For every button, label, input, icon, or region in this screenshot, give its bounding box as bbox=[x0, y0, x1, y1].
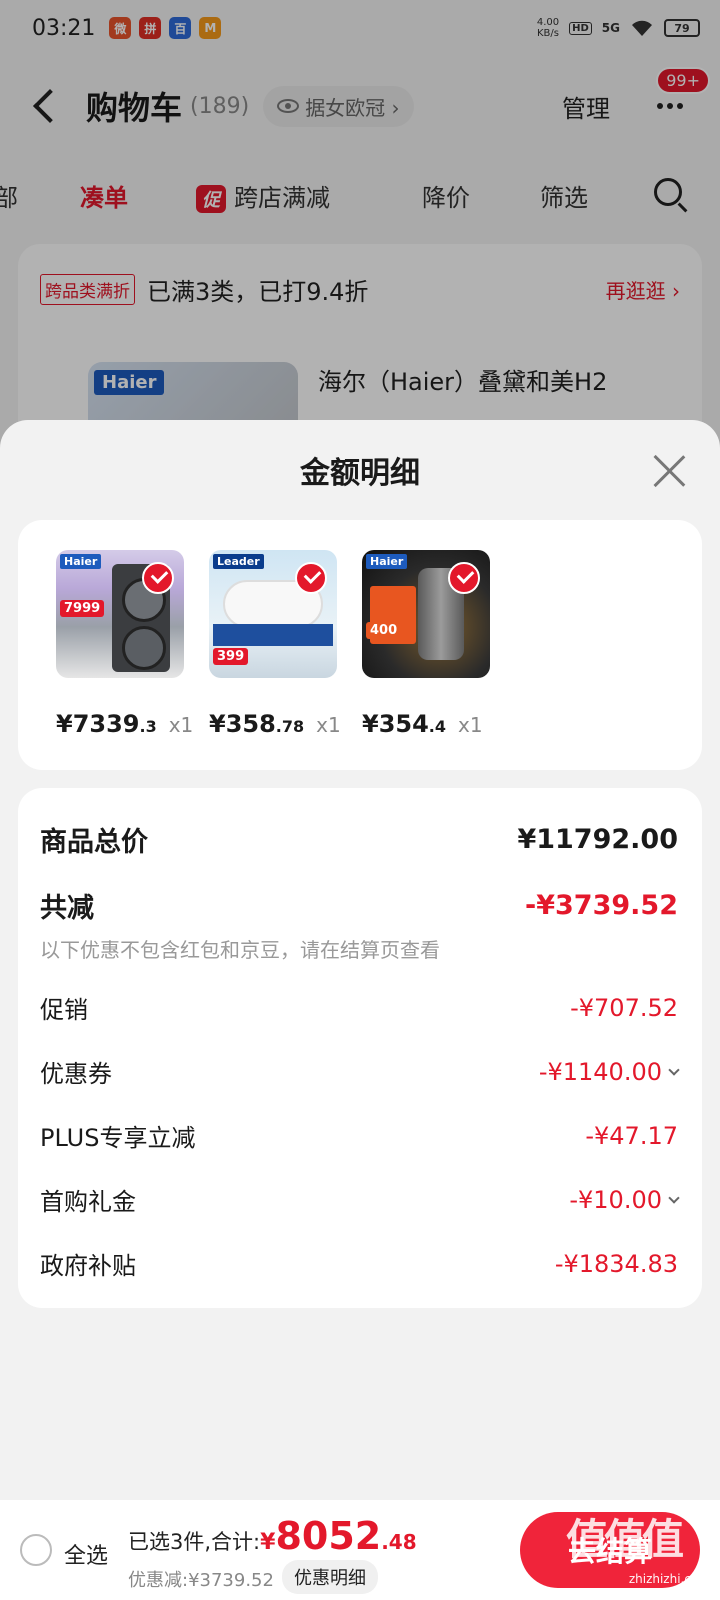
total-discount-label: 共减 bbox=[40, 893, 94, 924]
total-discount-row: 共减 -¥3739.52 bbox=[40, 886, 678, 925]
selected-count-text: 已选3件,合计: bbox=[128, 1530, 261, 1554]
amount-detail-sheet: 金额明细 Haier 7999 ¥7339 .3 x1 Leader 399 ¥… bbox=[0, 420, 720, 1600]
product-quantity: x1 bbox=[316, 713, 341, 737]
product-quantity: x1 bbox=[168, 713, 194, 737]
product-badge-price: 399 bbox=[213, 648, 249, 665]
product-price: ¥354 bbox=[362, 710, 429, 738]
watermark-url: zhizhizhi.com bbox=[628, 1572, 710, 1586]
product-image: Haier 400 bbox=[362, 550, 490, 678]
discount-note: 以下优惠不包含红包和京豆，请在结算页查看 bbox=[40, 938, 440, 962]
discount-value: -¥1834.83 bbox=[555, 1250, 678, 1278]
total-amount-decimal: .48 bbox=[381, 1530, 417, 1554]
discount-label: 政府补贴 bbox=[40, 1252, 136, 1280]
discount-amount: -¥47.17 bbox=[585, 1121, 678, 1150]
watermark-logo: 值值值 bbox=[566, 1515, 684, 1564]
site-watermark: 值值值 zhizhizhi.com bbox=[566, 1500, 716, 1592]
discount-row-plus: PLUS专享立减 -¥47.17 bbox=[40, 1118, 678, 1153]
saved-amount-text: 优惠减:¥3739.52 bbox=[128, 1570, 274, 1591]
total-amount: 8052 bbox=[275, 1514, 382, 1558]
discount-value: -¥1140.00 bbox=[538, 1057, 680, 1086]
close-icon[interactable] bbox=[652, 454, 686, 488]
discount-label: 促销 bbox=[40, 996, 88, 1024]
discount-detail-button[interactable]: 优惠明细 bbox=[282, 1560, 378, 1594]
chevron-down-icon[interactable] bbox=[668, 1191, 680, 1204]
select-all-label[interactable]: 全选 bbox=[64, 1538, 108, 1570]
product-price: ¥358 bbox=[209, 710, 276, 738]
price-breakdown-card: 商品总价 ¥11792.00 共减 -¥3739.52 以下优惠不包含红包和京豆… bbox=[18, 788, 702, 1308]
brand-logo: Haier bbox=[60, 554, 102, 569]
discount-amount: -¥1834.83 bbox=[554, 1249, 678, 1278]
total-currency: ¥ bbox=[260, 1530, 276, 1555]
checked-icon bbox=[295, 562, 327, 594]
product-price-decimal: .78 bbox=[275, 717, 305, 736]
discount-value: -¥47.17 bbox=[585, 1122, 678, 1150]
discount-row-first-purchase[interactable]: 首购礼金 -¥10.00 bbox=[40, 1182, 680, 1217]
product-badge-price: 400 bbox=[366, 622, 402, 639]
discount-label: 优惠券 bbox=[40, 1060, 112, 1088]
discount-row-coupon[interactable]: 优惠券 -¥1140.00 bbox=[40, 1054, 680, 1089]
product-image: Haier 7999 bbox=[56, 550, 184, 678]
product-price-row: ¥354 .4 x1 bbox=[362, 710, 483, 738]
selected-product-3[interactable]: Haier 400 ¥354 .4 x1 bbox=[362, 550, 490, 738]
sheet-title: 金额明细 bbox=[300, 456, 420, 491]
discount-label: PLUS专享立减 bbox=[40, 1124, 196, 1152]
order-summary: 已选3件,合计: ¥ 8052 .48 bbox=[128, 1514, 417, 1558]
discount-value: -¥707.52 bbox=[570, 994, 678, 1022]
product-price-row: ¥358 .78 x1 bbox=[209, 710, 341, 738]
chevron-down-icon[interactable] bbox=[668, 1063, 680, 1076]
product-price-decimal: .3 bbox=[139, 717, 157, 736]
selected-products-card: Haier 7999 ¥7339 .3 x1 Leader 399 ¥358 .… bbox=[18, 520, 702, 770]
checked-icon bbox=[142, 562, 174, 594]
discount-label: 首购礼金 bbox=[40, 1188, 136, 1216]
product-image: Leader 399 bbox=[209, 550, 337, 678]
product-price-decimal: .4 bbox=[428, 717, 447, 736]
goods-total-row: 商品总价 ¥11792.00 bbox=[40, 820, 678, 859]
product-badge-price: 7999 bbox=[60, 600, 105, 617]
discount-value: -¥10.00 bbox=[569, 1185, 680, 1214]
brand-logo: Leader bbox=[213, 554, 264, 569]
discount-amount: -¥707.52 bbox=[570, 993, 678, 1022]
product-promo-banner bbox=[213, 624, 333, 646]
goods-total-label: 商品总价 bbox=[40, 827, 148, 858]
select-all-radio[interactable] bbox=[20, 1534, 52, 1566]
brand-logo: Haier bbox=[366, 554, 408, 569]
product-quantity: x1 bbox=[458, 713, 483, 737]
discount-amount: -¥10.00 bbox=[569, 1185, 662, 1214]
discount-row-gov-subsidy: 政府补贴 -¥1834.83 bbox=[40, 1246, 678, 1281]
total-discount-value: -¥3739.52 bbox=[525, 890, 678, 921]
selected-product-1[interactable]: Haier 7999 ¥7339 .3 x1 bbox=[56, 550, 193, 738]
product-price: ¥7339 bbox=[56, 710, 140, 738]
product-price-row: ¥7339 .3 x1 bbox=[56, 710, 193, 738]
discount-amount: -¥1140.00 bbox=[538, 1057, 662, 1086]
selected-product-2[interactable]: Leader 399 ¥358 .78 x1 bbox=[209, 550, 341, 738]
goods-total-value: ¥11792.00 bbox=[517, 824, 678, 855]
discount-row-promotion: 促销 -¥707.52 bbox=[40, 990, 678, 1025]
checked-icon bbox=[448, 562, 480, 594]
